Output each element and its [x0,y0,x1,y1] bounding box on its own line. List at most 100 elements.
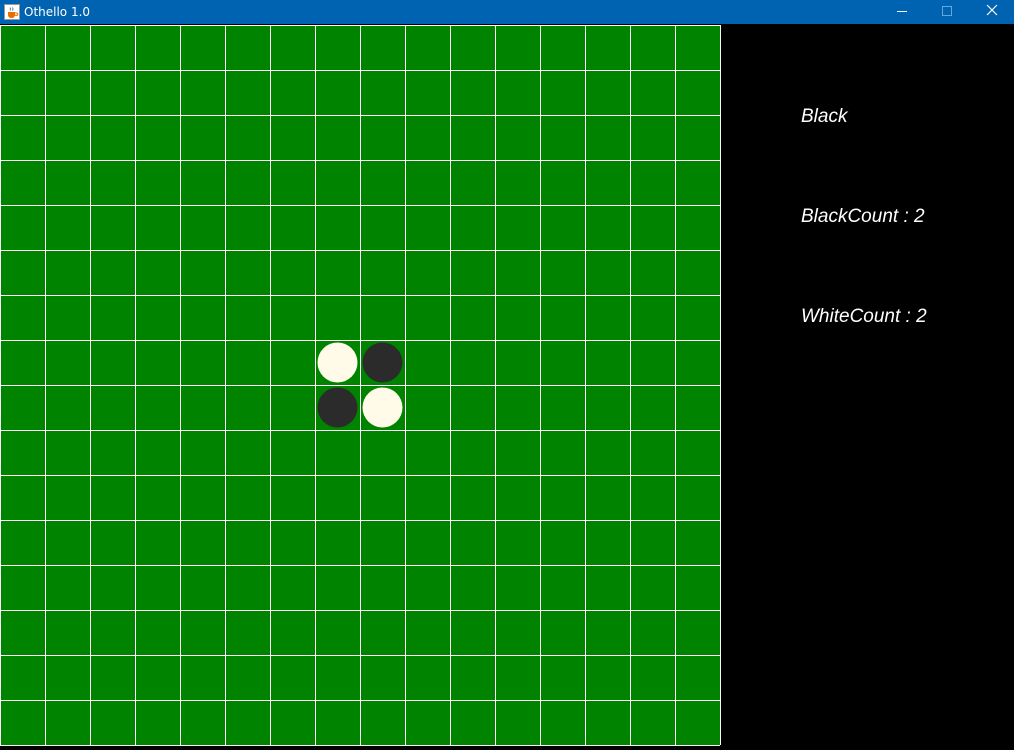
board-cell[interactable] [495,25,540,70]
board-cell[interactable] [405,295,450,340]
board-cell[interactable] [135,295,180,340]
board-cell[interactable] [135,25,180,70]
board-cell[interactable] [270,115,315,160]
board-cell[interactable] [0,655,45,700]
board-cell[interactable] [45,385,90,430]
minimize-button[interactable] [879,0,924,24]
board-cell[interactable] [270,340,315,385]
board-cell[interactable] [495,475,540,520]
board-cell[interactable] [630,205,675,250]
board-cell[interactable] [45,655,90,700]
board-cell[interactable] [450,295,495,340]
board-cell[interactable] [180,430,225,475]
board-cell[interactable] [405,565,450,610]
board-cell[interactable] [180,700,225,745]
board-cell[interactable] [495,520,540,565]
board-cell[interactable] [540,70,585,115]
board-cell[interactable] [540,25,585,70]
close-button[interactable] [969,0,1014,24]
board-cell[interactable] [90,385,135,430]
board-grid[interactable] [0,25,722,747]
board-cell[interactable] [675,295,720,340]
board-cell[interactable] [270,565,315,610]
board-cell[interactable] [90,70,135,115]
board-cell[interactable] [450,610,495,655]
board-cell[interactable] [630,115,675,160]
board-cell[interactable] [540,295,585,340]
board-cell[interactable] [450,250,495,295]
board-cell[interactable] [90,610,135,655]
board-cell[interactable] [45,160,90,205]
board-cell[interactable] [90,340,135,385]
board-cell[interactable] [180,385,225,430]
board-cell[interactable] [315,250,360,295]
board-cell[interactable] [180,340,225,385]
board-cell[interactable] [450,205,495,250]
board-cell[interactable] [585,160,630,205]
board-cell[interactable] [675,70,720,115]
board-cell[interactable] [450,70,495,115]
board-cell[interactable] [450,700,495,745]
board-cell[interactable] [0,70,45,115]
board-cell[interactable] [225,385,270,430]
board-cell[interactable] [270,700,315,745]
board-cell[interactable] [360,25,405,70]
board-cell[interactable] [675,655,720,700]
board-cell[interactable] [0,565,45,610]
board-cell[interactable] [675,340,720,385]
board-cell[interactable] [405,700,450,745]
board-cell[interactable] [405,115,450,160]
board-cell[interactable] [270,520,315,565]
board-cell[interactable] [315,655,360,700]
board-cell[interactable] [630,295,675,340]
board-cell[interactable] [495,340,540,385]
board-cell[interactable] [495,115,540,160]
board-cell[interactable] [315,610,360,655]
board-cell[interactable] [90,205,135,250]
board-cell[interactable] [270,160,315,205]
board-cell[interactable] [45,250,90,295]
board-cell[interactable] [135,70,180,115]
board-cell[interactable] [405,385,450,430]
board-cell[interactable] [630,340,675,385]
board-cell[interactable] [360,655,405,700]
board-cell[interactable] [225,205,270,250]
board-cell[interactable] [405,520,450,565]
board-cell[interactable] [225,520,270,565]
board-cell[interactable] [405,655,450,700]
board-cell[interactable] [225,295,270,340]
board-cell[interactable] [540,520,585,565]
board-cell[interactable] [315,205,360,250]
board-cell[interactable] [90,700,135,745]
board-cell[interactable] [315,160,360,205]
board-cell[interactable] [315,25,360,70]
board-cell[interactable] [675,115,720,160]
board-cell[interactable] [0,250,45,295]
board-cell[interactable] [135,520,180,565]
board-cell[interactable] [0,25,45,70]
board-cell[interactable] [495,565,540,610]
board-cell[interactable] [585,70,630,115]
board-cell[interactable] [540,160,585,205]
board-cell[interactable] [585,295,630,340]
board-cell[interactable] [585,475,630,520]
board-cell[interactable] [495,205,540,250]
board-cell[interactable] [225,25,270,70]
board-cell[interactable] [180,25,225,70]
board-cell[interactable] [405,70,450,115]
board-cell[interactable] [0,295,45,340]
board-cell[interactable] [0,160,45,205]
board-cell[interactable] [630,430,675,475]
board-cell[interactable] [675,160,720,205]
board-cell[interactable] [540,565,585,610]
board-cell[interactable] [540,430,585,475]
board-cell[interactable] [90,475,135,520]
board-cell[interactable] [315,520,360,565]
board-cell[interactable] [315,475,360,520]
board-cell[interactable] [0,205,45,250]
board-cell[interactable] [630,25,675,70]
board-cell[interactable] [225,610,270,655]
board-cell[interactable] [180,655,225,700]
board-cell[interactable] [45,340,90,385]
board-cell[interactable] [180,565,225,610]
